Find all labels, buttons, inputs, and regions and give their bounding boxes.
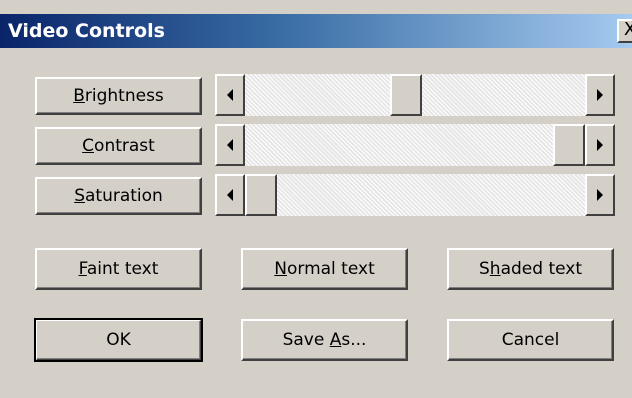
ok-label: OK	[106, 330, 131, 350]
saturation-button[interactable]: Saturation	[35, 177, 202, 215]
shaded-text-button[interactable]: Shaded text	[447, 248, 614, 290]
ok-button[interactable]: OK	[34, 318, 203, 362]
brightness-scroll-right[interactable]	[585, 74, 615, 116]
brightness-label: Brightness	[73, 86, 164, 106]
window-title: Video Controls	[8, 20, 165, 42]
saturation-slider[interactable]	[215, 174, 615, 216]
brightness-slider[interactable]	[215, 74, 615, 116]
close-icon: X	[623, 19, 632, 40]
contrast-slider[interactable]	[215, 124, 615, 166]
brightness-button[interactable]: Brightness	[35, 77, 202, 115]
scroll-left-arrow-icon	[227, 189, 233, 201]
saturation-scroll-right[interactable]	[585, 174, 615, 216]
saturation-slider-thumb[interactable]	[245, 174, 277, 216]
saturation-label: Saturation	[74, 186, 163, 206]
scroll-right-arrow-icon	[597, 139, 603, 151]
close-button[interactable]: X	[617, 19, 632, 43]
scroll-right-arrow-icon	[597, 89, 603, 101]
contrast-button[interactable]: Contrast	[35, 127, 202, 165]
save-as-button[interactable]: Save As...	[241, 319, 408, 361]
video-controls-dialog: Video Controls X Brightness Contrast Sat…	[0, 0, 632, 398]
scroll-right-arrow-icon	[597, 189, 603, 201]
contrast-label: Contrast	[82, 136, 155, 156]
saturation-scroll-left[interactable]	[215, 174, 245, 216]
normal-text-button[interactable]: Normal text	[241, 248, 408, 290]
scroll-left-arrow-icon	[227, 89, 233, 101]
brightness-scroll-left[interactable]	[215, 74, 245, 116]
contrast-slider-thumb[interactable]	[553, 124, 585, 166]
scroll-left-arrow-icon	[227, 139, 233, 151]
faint-text-button[interactable]: Faint text	[35, 248, 202, 290]
cancel-button[interactable]: Cancel	[447, 319, 614, 361]
faint-text-label: Faint text	[78, 259, 159, 279]
cancel-label: Cancel	[501, 330, 560, 350]
contrast-scroll-right[interactable]	[585, 124, 615, 166]
title-bar[interactable]: Video Controls X	[0, 14, 632, 48]
shaded-text-label: Shaded text	[479, 259, 582, 279]
contrast-scroll-left[interactable]	[215, 124, 245, 166]
normal-text-label: Normal text	[274, 259, 375, 279]
brightness-slider-thumb[interactable]	[389, 74, 422, 116]
save-as-label: Save As...	[282, 330, 367, 350]
